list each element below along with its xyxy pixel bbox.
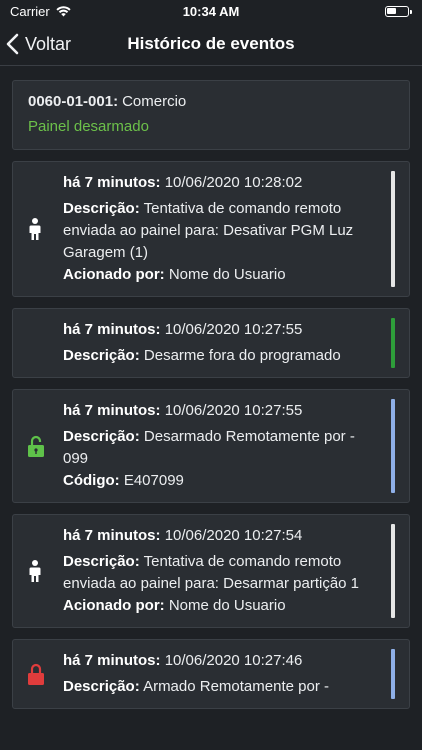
event-card[interactable]: há 7 minutos: 10/06/2020 10:28:02 Descriç… (12, 161, 410, 297)
event-time-ago: há 7 minutos: (63, 174, 161, 191)
account-card: 0060-01-001: Comercio Painel desarmado (12, 80, 410, 150)
wifi-icon (56, 5, 71, 16)
description-label: Descrição: (63, 200, 140, 217)
event-description: Descrição: Desarmado Remotamente por - 0… (63, 426, 383, 470)
description-label: Descrição: (63, 553, 140, 570)
battery-level (387, 7, 396, 14)
event-datetime: 10/06/2020 10:27:54 (164, 527, 303, 544)
event-extra: Código: E407099 (63, 470, 383, 492)
lock-icon (27, 662, 44, 686)
event-card[interactable]: há 7 minutos: 10/06/2020 10:27:46 Descriç… (12, 639, 410, 709)
extra-label: Código: (63, 472, 120, 489)
event-time-ago: há 7 minutos: (63, 321, 161, 338)
event-card[interactable]: há 7 minutos: 10/06/2020 10:27:55 Descriç… (12, 389, 410, 503)
description-label: Descrição: (63, 347, 140, 364)
event-timestamp: há 7 minutos: 10/06/2020 10:27:55 (63, 400, 383, 422)
panel-status: Painel desarmado (28, 118, 149, 135)
account-line: 0060-01-001: Comercio (28, 93, 394, 110)
extra-value: Nome do Usuario (168, 597, 286, 614)
event-status-bar (391, 171, 395, 287)
event-timestamp: há 7 minutos: 10/06/2020 10:27:54 (63, 525, 383, 547)
event-status-bar (391, 399, 395, 493)
event-description: Descrição: Tentativa de comando remoto e… (63, 551, 383, 595)
event-extra: Acionado por: Nome do Usuario (63, 595, 383, 617)
navigation-bar: Voltar Histórico de eventos (0, 22, 422, 66)
carrier-label: Carrier (10, 3, 50, 19)
extra-label: Acionado por: (63, 597, 165, 614)
event-list: 0060-01-001: Comercio Painel desarmado h… (12, 80, 410, 720)
event-status-bar (391, 649, 395, 699)
person-icon (27, 217, 43, 241)
event-datetime: 10/06/2020 10:28:02 (164, 174, 303, 191)
description-text: Desarme fora do programado (143, 347, 341, 364)
description-text: Armado Remotamente por - (143, 678, 329, 695)
extra-value: Nome do Usuario (168, 266, 286, 283)
event-status-bar (391, 318, 395, 368)
unlock-icon (27, 434, 44, 458)
event-description: Descrição: Tentativa de comando remoto e… (63, 198, 383, 264)
event-card[interactable]: há 7 minutos: 10/06/2020 10:27:55 Descriç… (12, 308, 410, 378)
event-time-ago: há 7 minutos: (63, 402, 161, 419)
event-timestamp: há 7 minutos: 10/06/2020 10:27:55 (63, 319, 383, 341)
event-extra: Acionado por: Nome do Usuario (63, 264, 383, 286)
description-label: Descrição: (63, 428, 140, 445)
event-timestamp: há 7 minutos: 10/06/2020 10:28:02 (63, 172, 383, 194)
extra-value: E407099 (123, 472, 184, 489)
status-bar: Carrier 10:34 AM (0, 0, 422, 22)
event-datetime: 10/06/2020 10:27:55 (164, 402, 303, 419)
description-label: Descrição: (63, 678, 140, 695)
account-name: Comercio (122, 93, 187, 110)
events-container: há 7 minutos: 10/06/2020 10:28:02 Descriç… (12, 161, 410, 709)
event-status-bar (391, 524, 395, 618)
event-time-ago: há 7 minutos: (63, 652, 161, 669)
event-datetime: 10/06/2020 10:27:46 (164, 652, 303, 669)
event-time-ago: há 7 minutos: (63, 527, 161, 544)
person-icon (27, 559, 43, 583)
event-timestamp: há 7 minutos: 10/06/2020 10:27:46 (63, 650, 383, 672)
event-description: Descrição: Desarme fora do programado (63, 345, 383, 367)
page-title: Histórico de eventos (127, 34, 295, 53)
event-card[interactable]: há 7 minutos: 10/06/2020 10:27:54 Descriç… (12, 514, 410, 628)
status-left: Carrier (10, 4, 71, 19)
event-datetime: 10/06/2020 10:27:55 (164, 321, 303, 338)
event-description: Descrição: Armado Remotamente por - (63, 676, 383, 698)
account-code: 0060-01-001: (28, 93, 119, 110)
extra-label: Acionado por: (63, 266, 165, 283)
battery-icon (385, 5, 412, 17)
